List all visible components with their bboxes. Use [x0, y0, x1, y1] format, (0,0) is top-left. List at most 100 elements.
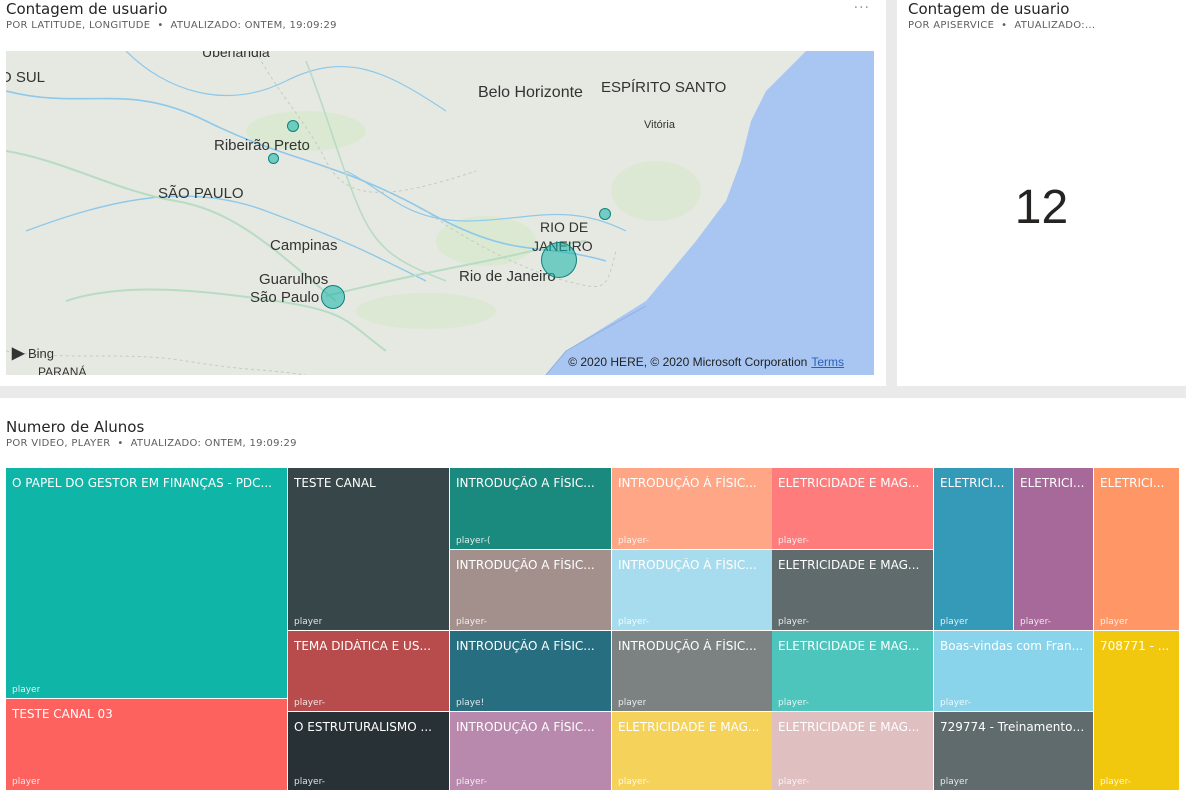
- card-subtitle-by: POR APISERVICE: [908, 20, 995, 31]
- map-bubble-rio-de-janeiro[interactable]: [541, 242, 577, 278]
- treemap-cell-label: 729774 - Treinamento ...: [940, 720, 1087, 734]
- treemap-cell-label: ELETRICIDADE E MAG...: [618, 720, 760, 734]
- treemap-cell-label: INTRODUÇÃO A FÍSIC...: [456, 476, 595, 490]
- more-options-icon[interactable]: ···: [854, 0, 870, 16]
- treemap-cell-label: ELETRICIDADE E MAG...: [778, 720, 920, 734]
- map-subtitle-by: POR LATITUDE, LONGITUDE: [6, 20, 151, 31]
- treemap-cell-player: player-: [294, 698, 325, 708]
- treemap-cell[interactable]: ELETRICIDADE E MAG... player-: [772, 712, 934, 791]
- treemap-cell-player: player: [12, 685, 41, 695]
- bing-b-icon: ▶: [12, 345, 25, 362]
- treemap-cell-player: player: [12, 777, 41, 787]
- map-bubble-uberlandia-area[interactable]: [287, 120, 299, 132]
- treemap-cell[interactable]: O PAPEL DO GESTOR EM FINANÇAS - PDC... pl…: [6, 468, 288, 699]
- map-label-parana: PARANÁ: [38, 365, 87, 375]
- treemap-cell[interactable]: ELETRICI... player-: [1014, 468, 1094, 631]
- treemap-cell-label: ELETRICIDADE E MAG...: [778, 476, 920, 490]
- treemap-cell-player: playe!: [456, 698, 485, 708]
- map-label-guarulhos: Guarulhos: [259, 271, 329, 288]
- treemap-cell-player: player: [294, 617, 323, 627]
- map-tile[interactable]: Contagem de usuario POR LATITUDE, LONGIT…: [0, 0, 886, 386]
- treemap-cell-label: INTRODUÇÃO À FÍSIC...: [618, 639, 757, 653]
- treemap-cell[interactable]: ELETRICIDADE E MAG... player-: [612, 712, 774, 791]
- map-label-uberlandia: Uberlândia: [202, 51, 270, 60]
- treemap-cell-label: INTRODUÇÃO À FÍSIC...: [618, 558, 757, 572]
- map-copyright: © 2020 HERE, © 2020 Microsoft Corporatio…: [568, 355, 844, 369]
- treemap-cell[interactable]: INTRODUÇÃO À FÍSIC... player-: [612, 468, 774, 550]
- treemap-cell[interactable]: 708771 - ... player-: [1094, 631, 1180, 791]
- treemap-subtitle-by: POR VIDEO, PLAYER: [6, 438, 111, 449]
- card-tile-title[interactable]: Contagem de usuario: [908, 0, 1069, 18]
- treemap-cell-label: INTRODUÇÃO À FÍSIC...: [618, 476, 757, 490]
- treemap-cell-player: player-: [294, 777, 325, 787]
- terms-link[interactable]: Terms: [811, 355, 844, 369]
- treemap-cell[interactable]: O ESTRUTURALISMO ... player-: [288, 712, 450, 791]
- treemap-cell[interactable]: ELETRICIDADE E MAG... player-: [772, 468, 934, 550]
- treemap-cell[interactable]: ELETRICI... player: [1094, 468, 1180, 631]
- card-tile[interactable]: Contagem de usuario POR APISERVICE • ATU…: [897, 0, 1186, 386]
- map-label-espirito-santo: ESPÍRITO SANTO: [601, 79, 727, 96]
- map-bubble-vitoria-coast[interactable]: [599, 208, 611, 220]
- treemap-cell-player: player-(: [456, 536, 491, 546]
- treemap-cell[interactable]: ELETRICIDADE E MAG... player-: [772, 550, 934, 631]
- treemap-cell[interactable]: INTRODUÇÃO À FÍSIC... player-: [612, 550, 774, 631]
- map-label-sul: O SUL: [6, 69, 46, 86]
- map-label-rio-de-janeiro-city: Rio de Janeiro: [459, 268, 556, 285]
- treemap-cell[interactable]: INTRODUÇÃO À FÍSIC... player: [612, 631, 774, 712]
- treemap-cell-player: player-: [456, 777, 487, 787]
- treemap-cell-player: player-: [940, 698, 971, 708]
- treemap-cell-label: 708771 - ...: [1100, 639, 1170, 653]
- treemap-cell[interactable]: TESTE CANAL player: [288, 468, 450, 631]
- treemap-cell-label: INTRODUÇÃO A FÍSIC...: [456, 639, 595, 653]
- treemap-cell-label: ELETRICI...: [1020, 476, 1085, 490]
- treemap-cell[interactable]: Boas-vindas com Fran... player-: [934, 631, 1094, 712]
- map-tile-title[interactable]: Contagem de usuario: [6, 0, 167, 18]
- treemap-cell[interactable]: INTRODUÇÃO A FÍSIC... player-: [450, 712, 612, 791]
- treemap-cell[interactable]: TESTE CANAL 03 player: [6, 699, 288, 791]
- treemap-cell-label: O ESTRUTURALISMO ...: [294, 720, 432, 734]
- treemap-cell-label: Boas-vindas com Fran...: [940, 639, 1084, 653]
- treemap-tile-title[interactable]: Numero de Alunos: [6, 418, 144, 436]
- treemap-cell-label: O PAPEL DO GESTOR EM FINANÇAS - PDC...: [12, 476, 272, 490]
- map-subtitle-updated: ATUALIZADO: ONTEM, 19:09:29: [170, 20, 337, 31]
- treemap-tile[interactable]: Numero de Alunos POR VIDEO, PLAYER • ATU…: [0, 398, 1186, 791]
- map-bubble-sao-paulo[interactable]: [321, 285, 345, 309]
- treemap-cell[interactable]: ELETRICIDADE E MAG... player-: [772, 631, 934, 712]
- treemap-cell-player: player-: [618, 536, 649, 546]
- treemap-cell-player: player: [940, 617, 969, 627]
- treemap[interactable]: O PAPEL DO GESTOR EM FINANÇAS - PDC... pl…: [6, 468, 1180, 791]
- treemap-cell-player: player-: [778, 698, 809, 708]
- treemap-cell[interactable]: 729774 - Treinamento ... player: [934, 712, 1094, 791]
- treemap-cell-label: TEMA DIDÁTICA E US...: [294, 639, 431, 653]
- treemap-cell[interactable]: INTRODUÇÃO A FÍSIC... player-: [450, 550, 612, 631]
- map-tile-subtitle: POR LATITUDE, LONGITUDE • ATUALIZADO: ON…: [6, 20, 337, 31]
- card-subtitle-updated: ATUALIZADO:...: [1014, 20, 1096, 31]
- card-tile-subtitle: POR APISERVICE • ATUALIZADO:...: [908, 20, 1096, 31]
- treemap-cell[interactable]: INTRODUÇÃO A FÍSIC... player-(: [450, 468, 612, 550]
- treemap-cell-label: ELETRICI...: [1100, 476, 1165, 490]
- bing-label: Bing: [27, 346, 54, 361]
- treemap-cell-player: player-: [778, 777, 809, 787]
- treemap-cell-label: INTRODUÇÃO A FÍSIC...: [456, 720, 595, 734]
- treemap-cell[interactable]: ELETRICI... player: [934, 468, 1014, 631]
- treemap-cell[interactable]: TEMA DIDÁTICA E US... player-: [288, 631, 450, 712]
- treemap-tile-subtitle: POR VIDEO, PLAYER • ATUALIZADO: ONTEM, 1…: [6, 438, 297, 449]
- copyright-text: © 2020 HERE, © 2020 Microsoft Corporatio…: [568, 355, 808, 369]
- bing-map[interactable]: Uberlândia O SUL Belo Horizonte ESPÍRITO…: [6, 51, 874, 375]
- treemap-cell-player: player-: [1020, 617, 1051, 627]
- treemap-subtitle-updated: ATUALIZADO: ONTEM, 19:09:29: [130, 438, 297, 449]
- treemap-cell-label: TESTE CANAL 03: [12, 707, 113, 721]
- treemap-cell-player: player-: [618, 777, 649, 787]
- treemap-cell-label: TESTE CANAL: [294, 476, 376, 490]
- treemap-cell-player: player: [940, 777, 969, 787]
- bing-logo: ▶ Bing: [12, 343, 54, 363]
- map-label-ribeirao-preto: Ribeirão Preto: [214, 137, 310, 154]
- map-bubble-ribeirao-preto[interactable]: [268, 153, 279, 164]
- treemap-cell-label: ELETRICIDADE E MAG...: [778, 558, 920, 572]
- map-background: [6, 51, 874, 375]
- card-value: 12: [1014, 181, 1069, 234]
- treemap-cell-label: ELETRICI...: [940, 476, 1005, 490]
- treemap-cell-player: player-: [618, 617, 649, 627]
- treemap-cell-player: player-: [456, 617, 487, 627]
- treemap-cell[interactable]: INTRODUÇÃO A FÍSIC... playe!: [450, 631, 612, 712]
